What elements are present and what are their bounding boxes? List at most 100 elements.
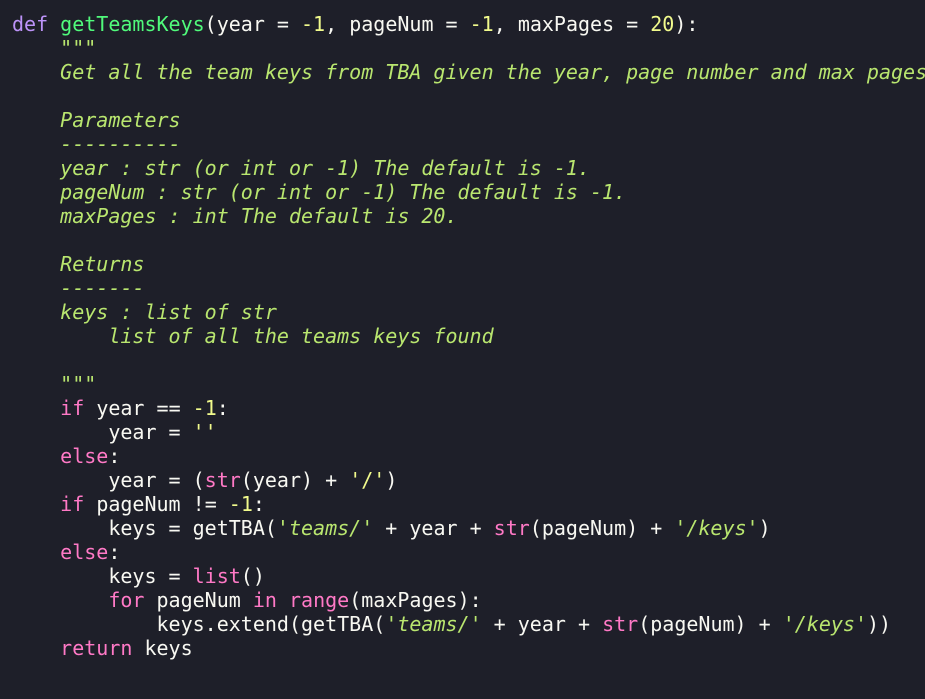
code-token-id: keys (156, 612, 205, 636)
code-line[interactable]: keys.extend(getTBA('teams/' + year + str… (12, 612, 925, 636)
code-token-op: ( (349, 588, 362, 612)
code-line[interactable]: def getTeamsKeys(year = -1, pageNum = -1… (12, 12, 925, 36)
code-area[interactable]: def getTeamsKeys(year = -1, pageNum = -1… (12, 12, 925, 660)
code-line[interactable] (12, 84, 925, 108)
code-line[interactable]: Parameters (12, 108, 925, 132)
code-token-kw: else (60, 444, 109, 468)
code-token-doc: ---------- (12, 132, 181, 156)
code-token-kw: else (60, 540, 109, 564)
code-token-op: ) + (626, 516, 675, 540)
code-token-id: year (108, 420, 157, 444)
code-token-id: extend (216, 612, 289, 636)
code-token-doc: """ (12, 36, 97, 60)
code-token-kw: if (60, 492, 85, 516)
code-token-bi: str (602, 612, 639, 636)
code-token-ws (12, 420, 108, 444)
code-line[interactable] (12, 228, 925, 252)
code-line[interactable]: year = '' (12, 420, 925, 444)
code-token-str-it: 'teams/' (276, 516, 374, 540)
code-line[interactable]: keys : list of str (12, 300, 925, 324)
code-token-id: pageNum (156, 588, 241, 612)
code-token-kw: in (252, 588, 277, 612)
code-line[interactable]: year : str (or int or -1) The default is… (12, 156, 925, 180)
code-token-num: -1 (228, 492, 253, 516)
code-token-doc: list of all the teams keys found (12, 324, 494, 348)
code-token-op: : (108, 540, 121, 564)
code-token-id: maxPages (361, 588, 458, 612)
code-line[interactable]: else: (12, 444, 925, 468)
code-token-doc: maxPages : int The default is 20. (12, 204, 458, 228)
code-line[interactable]: """ (12, 36, 925, 60)
code-token-str-it: 'teams/' (385, 612, 482, 636)
code-token-ws (12, 588, 108, 612)
code-token-id: year (517, 612, 566, 636)
code-token-id: keys (108, 516, 157, 540)
code-line[interactable]: pageNum : str (or int or -1) The default… (12, 180, 925, 204)
code-token-ws (12, 636, 60, 660)
code-token-op: : (108, 444, 121, 468)
code-token-ws (144, 588, 156, 612)
code-token-op: ) (385, 468, 398, 492)
code-token-op: , (325, 12, 350, 36)
code-line[interactable] (12, 348, 925, 372)
code-token-op: ): (457, 588, 482, 612)
code-line[interactable]: return keys (12, 636, 925, 660)
code-line[interactable]: else: (12, 540, 925, 564)
code-token-op: . (204, 612, 217, 636)
code-token-op: + (481, 612, 518, 636)
code-token-id: year (252, 468, 302, 492)
code-token-op: != (180, 492, 229, 516)
code-token-op: () (240, 564, 265, 588)
code-token-ws (241, 588, 253, 612)
code-line[interactable]: year = (str(year) + '/') (12, 468, 925, 492)
code-line[interactable]: Get all the team keys from TBA given the… (12, 60, 925, 84)
code-token-id: pageNum (541, 516, 627, 540)
code-token-ws (84, 396, 96, 420)
code-token-kw-def: def (12, 12, 49, 36)
code-token-ws (12, 516, 108, 540)
code-token-op: ) + (301, 468, 350, 492)
code-token-num: 20 (650, 12, 675, 36)
code-editor[interactable]: def getTeamsKeys(year = -1, pageNum = -1… (0, 0, 925, 699)
code-line[interactable]: for pageNum in range(maxPages): (12, 588, 925, 612)
code-token-fn: getTeamsKeys (60, 12, 205, 36)
code-token-id: year (216, 12, 265, 36)
code-token-doc: Get all the team keys from TBA given the… (12, 60, 925, 84)
code-token-ws (12, 396, 60, 420)
code-line[interactable]: list of all the teams keys found (12, 324, 925, 348)
code-token-id: getTBA (301, 612, 374, 636)
code-token-ws (12, 612, 157, 636)
code-token-op: + (373, 516, 410, 540)
code-token-ws (12, 540, 60, 564)
code-token-op: , (493, 12, 518, 36)
code-token-op: + (565, 612, 603, 636)
code-token-id: year (108, 468, 157, 492)
code-token-op: = (614, 12, 651, 36)
code-token-id: keys (108, 564, 157, 588)
code-line[interactable]: keys = getTBA('teams/' + year + str(page… (12, 516, 925, 540)
code-token-ws (12, 444, 60, 468)
code-token-op: ( (373, 612, 386, 636)
code-line[interactable]: if pageNum != -1: (12, 492, 925, 516)
code-line[interactable]: maxPages : int The default is 20. (12, 204, 925, 228)
code-line[interactable]: ---------- (12, 132, 925, 156)
code-token-op: ( (638, 612, 651, 636)
code-line[interactable]: keys = list() (12, 564, 925, 588)
code-token-op: ( (240, 468, 253, 492)
code-token-op: ( (204, 12, 217, 36)
code-token-num: -1 (301, 12, 326, 36)
code-token-ws (12, 468, 108, 492)
code-line[interactable]: if year == -1: (12, 396, 925, 420)
code-line[interactable]: """ (12, 372, 925, 396)
code-token-bi: list (192, 564, 241, 588)
code-token-bi: range (288, 588, 350, 612)
code-token-kw: for (108, 588, 145, 612)
code-line[interactable]: Returns (12, 252, 925, 276)
code-token-op: == (144, 396, 193, 420)
code-token-kw: if (60, 396, 85, 420)
code-token-op: ): (674, 12, 699, 36)
code-token-op: )) (867, 612, 892, 636)
code-token-op: ) (758, 516, 771, 540)
code-token-doc: Returns (12, 252, 145, 276)
code-line[interactable]: ------- (12, 276, 925, 300)
